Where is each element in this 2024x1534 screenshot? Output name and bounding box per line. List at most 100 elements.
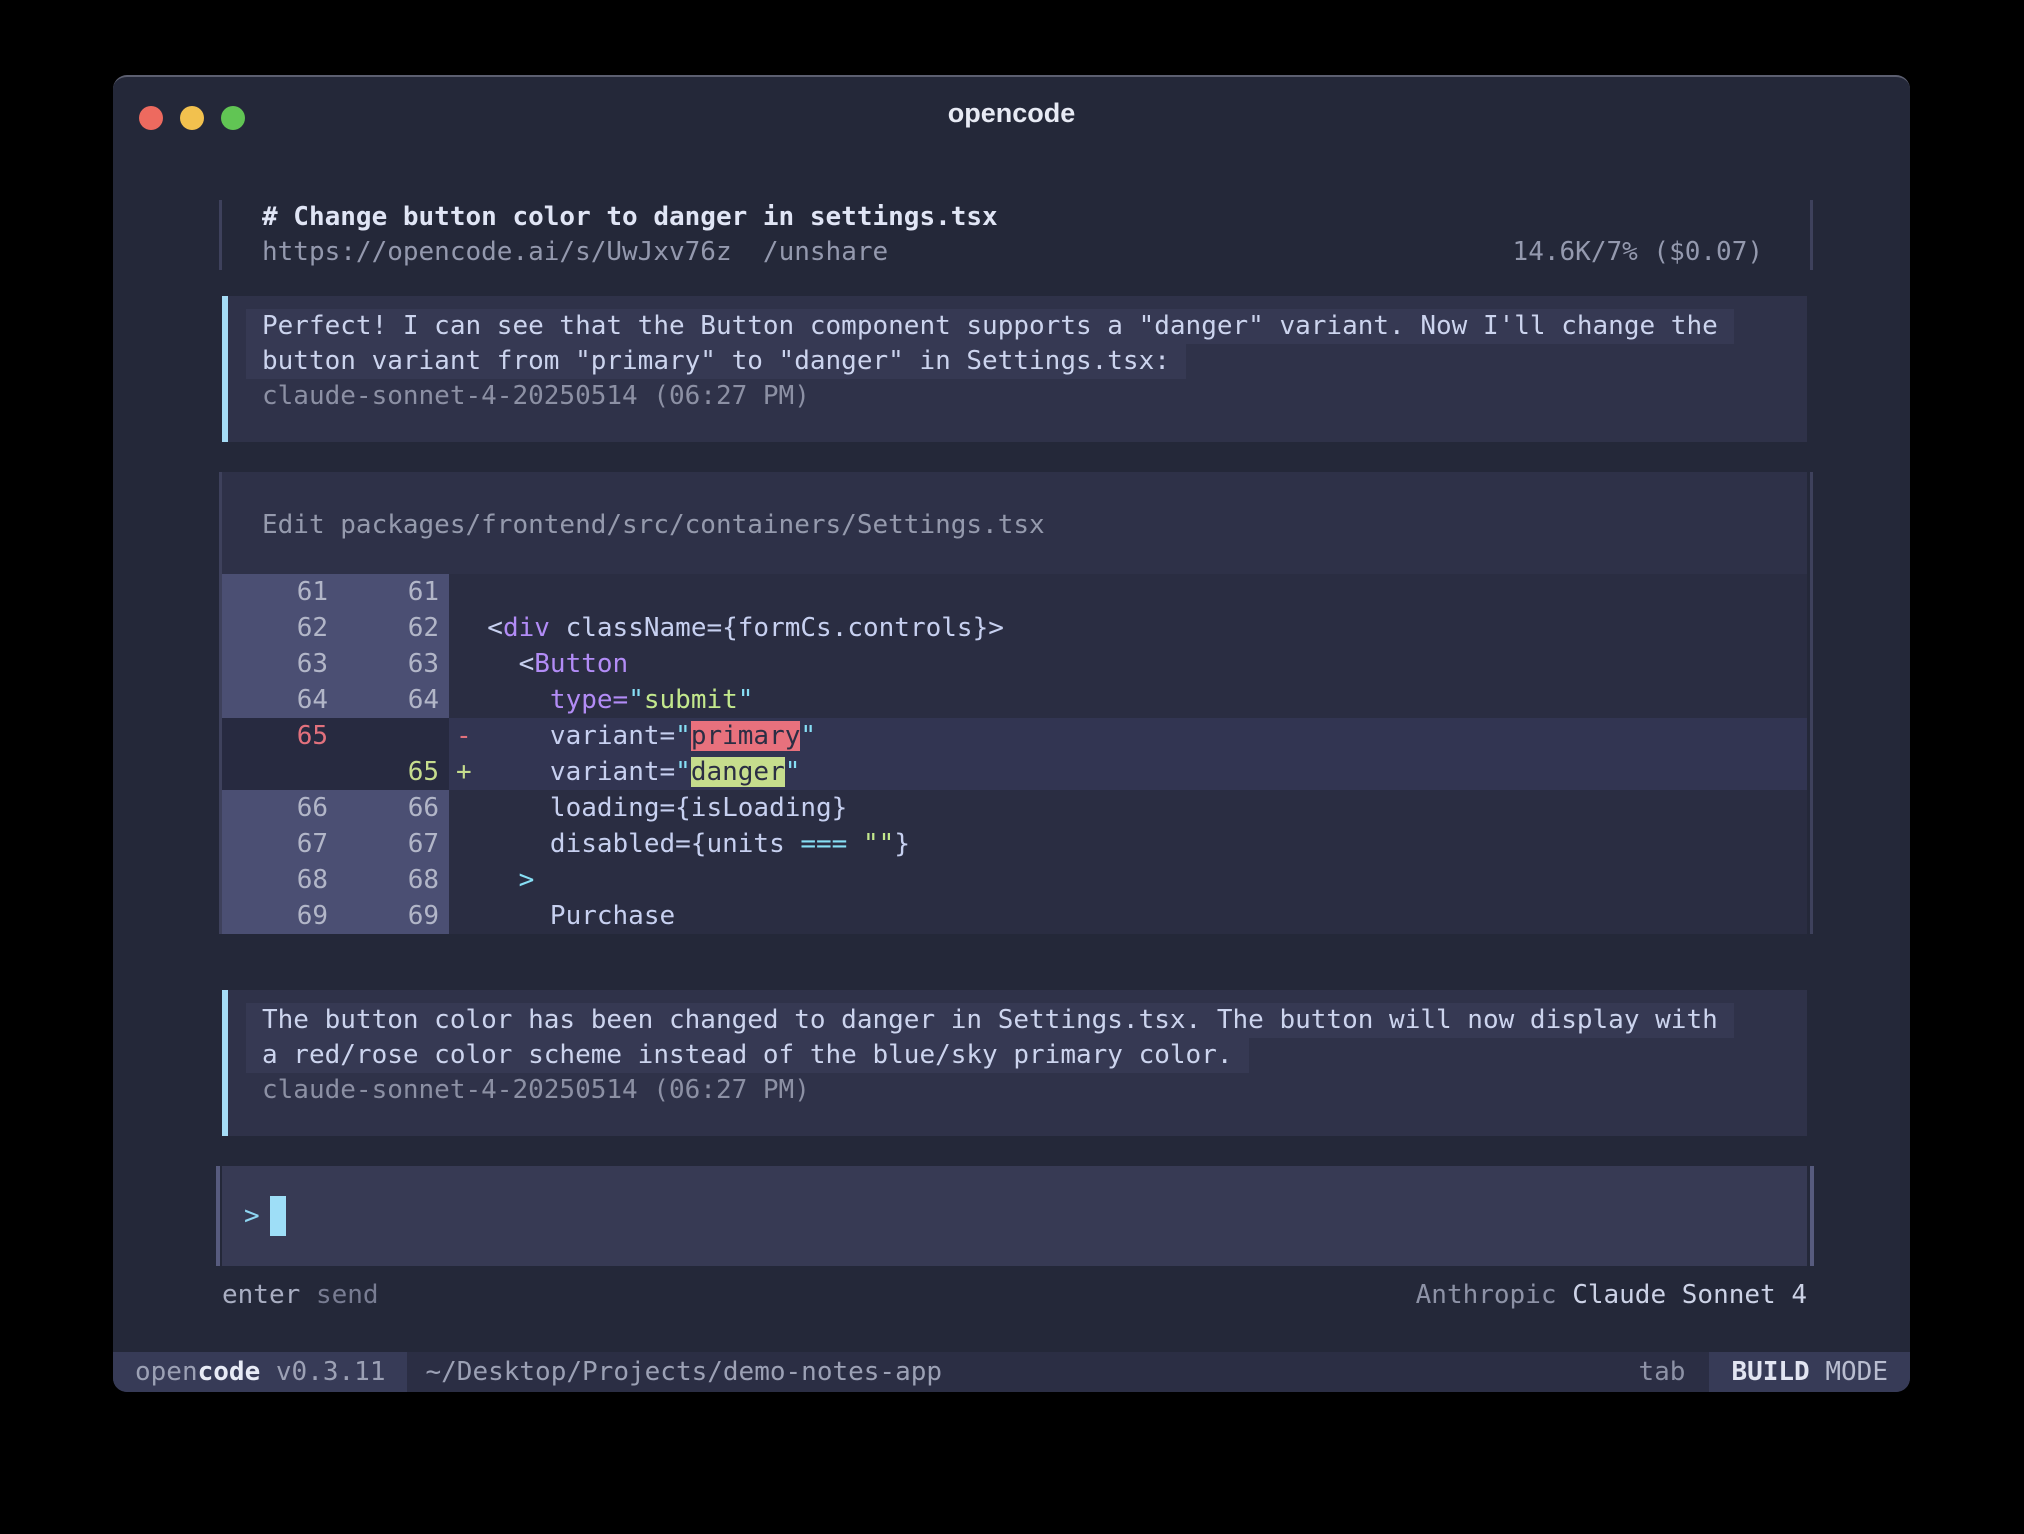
share-url-line: https://opencode.ai/s/UwJxv76z /unshare: [262, 235, 888, 270]
new-line-number: 62: [328, 610, 439, 646]
hint-key: enter: [222, 1280, 300, 1310]
diff-row: 6161: [222, 574, 1807, 610]
diff-code-line: <Button: [449, 646, 628, 682]
divider: [1810, 472, 1813, 934]
diff-row: 65 - variant="primary": [222, 718, 1807, 754]
diff-row: 6262 <div className={formCs.controls}>: [222, 610, 1807, 646]
brand-open: open: [135, 1357, 198, 1387]
app-version: v0.3.11: [260, 1357, 385, 1387]
new-line-number: 66: [328, 790, 439, 826]
enter-hint: enter send: [222, 1280, 379, 1310]
assistant-message: Perfect! I can see that the Button compo…: [222, 296, 1807, 442]
diff-row: 65 + variant="danger": [222, 754, 1807, 790]
model-name: Claude Sonnet 4: [1572, 1280, 1807, 1310]
diff-view: 61616262 <div className={formCs.controls…: [222, 574, 1807, 934]
diff-code-line: + variant="danger": [449, 754, 800, 790]
old-line-number: 69: [222, 898, 328, 934]
divider: [219, 472, 222, 934]
divider: [216, 1166, 220, 1266]
line-number-gutter: 6363: [222, 646, 449, 682]
tab-key-hint[interactable]: tab: [1638, 1357, 1685, 1387]
share-url[interactable]: https://opencode.ai/s/UwJxv76z: [262, 237, 732, 267]
old-line-number: 64: [222, 682, 328, 718]
unshare-command[interactable]: /unshare: [763, 237, 888, 267]
diff-row: 6666 loading={isLoading}: [222, 790, 1807, 826]
line-number-gutter: 6969: [222, 898, 449, 934]
status-bar: opencode v0.3.11 ~/Desktop/Projects/demo…: [113, 1352, 1910, 1392]
prompt-symbol: >: [244, 1201, 260, 1231]
line-number-gutter: 6767: [222, 826, 449, 862]
divider: [219, 200, 222, 270]
window-titlebar: opencode: [113, 77, 1910, 200]
new-line-number: 64: [328, 682, 439, 718]
line-number-gutter: 65: [222, 718, 449, 754]
diff-row: 6767 disabled={units === ""}: [222, 826, 1807, 862]
diff-code-line: <div className={formCs.controls}>: [449, 610, 1004, 646]
terminal-content: # Change button color to danger in setti…: [222, 200, 1807, 1310]
assistant-message: The button color has been changed to dan…: [222, 990, 1807, 1136]
old-line-number: 61: [222, 574, 328, 610]
line-number-gutter: 6666: [222, 790, 449, 826]
diff-code-line: >: [449, 862, 534, 898]
message-line: Perfect! I can see that the Button compo…: [246, 309, 1734, 344]
new-line-number: 63: [328, 646, 439, 682]
working-directory: ~/Desktop/Projects/demo-notes-app: [425, 1357, 942, 1387]
old-line-number: [222, 754, 328, 790]
line-number-gutter: 6868: [222, 862, 449, 898]
line-number-gutter: 6464: [222, 682, 449, 718]
message-line: The button color has been changed to dan…: [246, 1003, 1734, 1038]
diff-row: 6969 Purchase: [222, 898, 1807, 934]
diff-code-line: type="submit": [449, 682, 753, 718]
message-meta: claude-sonnet-4-20250514 (06:27 PM): [262, 379, 1807, 414]
opencode-window: opencode # Change button color to danger…: [113, 75, 1910, 1392]
model-provider: Anthropic: [1416, 1280, 1557, 1310]
model-indicator: Anthropic Claude Sonnet 4: [1416, 1280, 1807, 1310]
old-line-number: 63: [222, 646, 328, 682]
window-title: opencode: [113, 98, 1910, 129]
diff-row: 6868 >: [222, 862, 1807, 898]
new-line-number: 65: [328, 754, 439, 790]
line-number-gutter: 65: [222, 754, 449, 790]
message-meta: claude-sonnet-4-20250514 (06:27 PM): [262, 1073, 1807, 1108]
hint-action: send: [316, 1280, 379, 1310]
new-line-number: [328, 718, 439, 754]
message-line: button variant from "primary" to "danger…: [246, 344, 1186, 379]
session-header: # Change button color to danger in setti…: [222, 200, 1807, 270]
context-stats: 14.6K/7% ($0.07): [1513, 235, 1763, 270]
old-line-number: 62: [222, 610, 328, 646]
diff-code-line: Purchase: [449, 898, 675, 934]
diff-row: 6464 type="submit": [222, 682, 1807, 718]
hint-row: enter send Anthropic Claude Sonnet 4: [222, 1280, 1807, 1310]
message-body: Perfect! I can see that the Button compo…: [228, 309, 1807, 379]
old-line-number: 66: [222, 790, 328, 826]
divider: [1810, 1166, 1814, 1266]
diff-code-line: disabled={units === ""}: [449, 826, 910, 862]
new-line-number: 61: [328, 574, 439, 610]
app-version-chip: opencode v0.3.11: [113, 1352, 407, 1392]
line-number-gutter: 6161: [222, 574, 449, 610]
old-line-number: 68: [222, 862, 328, 898]
session-title: # Change button color to danger in setti…: [262, 200, 1807, 235]
edit-tool-block: Edit packages/frontend/src/containers/Se…: [222, 472, 1807, 934]
message-body: The button color has been changed to dan…: [228, 1003, 1807, 1073]
old-line-number: 67: [222, 826, 328, 862]
line-number-gutter: 6262: [222, 610, 449, 646]
prompt-input[interactable]: >: [222, 1166, 1807, 1266]
message-line: a red/rose color scheme instead of the b…: [246, 1038, 1249, 1073]
new-line-number: 69: [328, 898, 439, 934]
mode-label-bold: BUILD: [1731, 1357, 1809, 1387]
session-subline: https://opencode.ai/s/UwJxv76z /unshare …: [262, 235, 1807, 270]
diff-code-line: [449, 574, 456, 610]
divider: [1810, 200, 1813, 270]
edit-file-title: Edit packages/frontend/src/containers/Se…: [222, 472, 1807, 574]
old-line-number: 65: [222, 718, 328, 754]
new-line-number: 68: [328, 862, 439, 898]
mode-label-rest: MODE: [1810, 1357, 1888, 1387]
diff-code-line: - variant="primary": [449, 718, 816, 754]
diff-row: 6363 <Button: [222, 646, 1807, 682]
new-line-number: 67: [328, 826, 439, 862]
brand-code: code: [198, 1357, 261, 1387]
text-cursor: [270, 1196, 286, 1236]
diff-code-line: loading={isLoading}: [449, 790, 847, 826]
mode-chip[interactable]: BUILD MODE: [1709, 1352, 1910, 1392]
